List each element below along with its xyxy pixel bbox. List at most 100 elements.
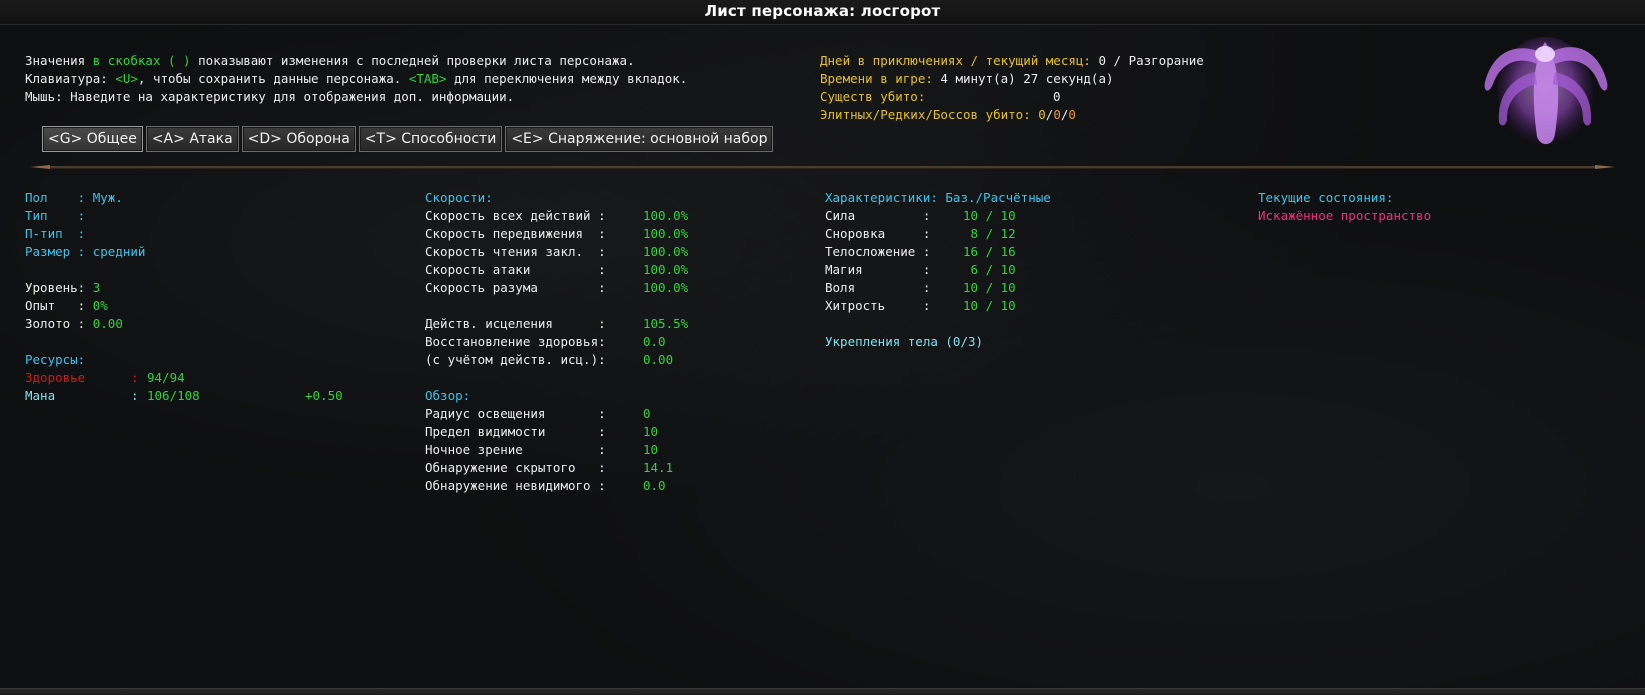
speed-value-mind: 100.0%	[643, 280, 689, 295]
health-label[interactable]: Здоровье	[25, 369, 85, 387]
rare-count: 0	[1053, 107, 1061, 122]
sex-value: Муж.	[92, 190, 123, 205]
killed-row: Существ убито:	[820, 88, 925, 106]
exp-value: 0%	[92, 298, 108, 313]
elite-count: 0	[1038, 107, 1046, 122]
help-highlight: в скобках ( )	[92, 53, 191, 68]
help-key-u: <U>	[115, 71, 138, 86]
killed-value: 0	[1053, 89, 1061, 104]
vision-value-invisible: 0.0	[643, 478, 666, 493]
health-value: 94/94	[147, 370, 185, 385]
tab-general[interactable]: <G> Общее	[42, 126, 143, 152]
size-row: Размер : средний	[25, 243, 145, 261]
level-value: 3	[92, 280, 101, 295]
stats-header: Характеристики: Баз./Расчётные	[825, 190, 1051, 205]
vision-value-sight: 10	[643, 424, 659, 439]
gold-label: Золото :	[25, 316, 86, 331]
gold-row[interactable]: Золото : 0.00	[25, 315, 123, 333]
days-value: 0 / Разгорание	[1098, 53, 1204, 68]
help-text: Значения	[25, 53, 93, 68]
time-label: Времени в игре:	[820, 71, 933, 86]
vision-value-stealth: 14.1	[643, 460, 674, 475]
size-label: Размер :	[25, 244, 86, 259]
help-line-mouse: Мышь: Наведите на характеристику для ото…	[25, 89, 515, 104]
speed-value-movement: 100.0%	[643, 226, 689, 241]
level-row[interactable]: Уровень: 3	[25, 279, 100, 297]
type-row: Тип :	[25, 208, 86, 223]
tab-defense[interactable]: <D> Оборона	[241, 126, 356, 152]
stat-value-str: 10 / 10	[963, 208, 1016, 223]
exp-row[interactable]: Опыт : 0%	[25, 297, 108, 315]
mana-regen: +0.50	[305, 388, 343, 403]
vision-row-stealth[interactable]: Обнаружение скрытого :	[425, 459, 606, 477]
vision-value-light: 0	[643, 406, 651, 421]
mana-value: 106/108	[147, 388, 200, 403]
help-key-tab: <TAB>	[408, 71, 447, 86]
exp-label: Опыт :	[25, 298, 86, 313]
life-regen-value: 0.0	[643, 334, 666, 349]
speed-row-attack[interactable]: Скорость атаки :	[425, 261, 606, 279]
time-row: Времени в игре: 4 минут(а) 27 секунд(а)	[820, 70, 1114, 88]
speed-row-global[interactable]: Скорость всех действий :	[425, 207, 606, 225]
stat-row-mag[interactable]: Магия :	[825, 261, 930, 279]
speed-value-global: 100.0%	[643, 208, 689, 223]
healing-mod-value: 105.5%	[643, 316, 689, 331]
gold-value: 0.00	[92, 316, 123, 331]
level-label: Уровень:	[25, 280, 86, 295]
tab-equipment[interactable]: <E> Снаряжение: основной набор	[505, 126, 774, 152]
tab-attack[interactable]: <A> Атака	[145, 126, 239, 152]
stat-row-con[interactable]: Телосложение :	[825, 243, 930, 261]
boss-count: 0	[1068, 107, 1076, 122]
elite-row: Элитных/Редких/Боссов убито: 0/0/0	[820, 106, 1076, 124]
vision-value-infravision: 10	[643, 442, 659, 457]
body-improvements[interactable]: Укрепления тела (0/3)	[825, 333, 983, 351]
stat-value-dex: 8 / 12	[963, 226, 1016, 241]
stat-value-con: 16 / 16	[963, 244, 1016, 259]
stat-row-wil[interactable]: Воля :	[825, 279, 930, 297]
help-line-changes: Значения в скобках ( ) показывают измене…	[25, 52, 635, 70]
stat-row-str[interactable]: Сила :	[825, 207, 930, 225]
elite-label: Элитных/Редких/Боссов убито:	[820, 107, 1031, 122]
resources-header: Ресурсы:	[25, 352, 86, 367]
window-title: Лист персонажа: лосгорот	[704, 2, 941, 20]
mana-label[interactable]: Мана	[25, 387, 55, 405]
healing-mod-row[interactable]: Действ. исцеления :	[425, 315, 606, 333]
help-text: показывают изменения с последней проверк…	[190, 53, 635, 68]
effects-header: Текущие состояния:	[1258, 190, 1394, 205]
vision-row-invisible[interactable]: Обнаружение невидимого :	[425, 477, 606, 495]
speed-row-movement[interactable]: Скорость передвижения :	[425, 225, 606, 243]
bottom-border	[0, 688, 1645, 695]
speed-row-spell[interactable]: Скорость чтения закл. :	[425, 243, 606, 261]
stat-row-dex[interactable]: Сноровка :	[825, 225, 930, 243]
help-text: Клавиатура:	[25, 71, 116, 86]
size-value: средний	[92, 244, 146, 259]
sex-row: Пол : Муж.	[25, 189, 123, 207]
days-row: Дней в приключениях / текущий месяц: 0 /…	[820, 52, 1204, 70]
life-regen-mod-value: 0.00	[643, 352, 674, 367]
help-text: для переключения между вкладок.	[446, 71, 688, 86]
vision-row-light[interactable]: Радиус освещения :	[425, 405, 606, 423]
speed-value-attack: 100.0%	[643, 262, 689, 277]
vision-row-infravision[interactable]: Ночное зрение :	[425, 441, 606, 459]
stat-value-mag: 6 / 10	[963, 262, 1016, 277]
help-line-keyboard: Клавиатура: <U>, чтобы сохранить данные …	[25, 70, 687, 88]
mana-colon: :	[131, 388, 139, 403]
speed-row-mind[interactable]: Скорость разума :	[425, 279, 606, 297]
effect-item[interactable]: Искажённое пространство	[1258, 207, 1431, 225]
stat-row-cun[interactable]: Хитрость :	[825, 297, 930, 315]
character-sheet-window: Лист персонажа: лосгорот Значения в скоб…	[0, 0, 1645, 695]
speed-value-spell: 100.0%	[643, 244, 689, 259]
stat-value-wil: 10 / 10	[963, 280, 1016, 295]
vision-row-sight[interactable]: Предел видимости :	[425, 423, 606, 441]
tab-talents[interactable]: <T> Способности	[358, 126, 503, 152]
stat-value-cun: 10 / 10	[963, 298, 1016, 313]
ornamental-divider	[30, 165, 1615, 169]
horror-creature-icon	[1484, 37, 1608, 147]
subtype-row: П-тип :	[25, 226, 86, 241]
speeds-header: Скорости:	[425, 190, 493, 205]
life-regen-mod-row[interactable]: (с учётом действ. исц.):	[425, 351, 606, 369]
help-text: , чтобы сохранить данные персонажа.	[137, 71, 409, 86]
time-value: 4 минут(а) 27 секунд(а)	[940, 71, 1114, 86]
life-regen-row[interactable]: Восстановление здоровья:	[425, 333, 606, 351]
days-label: Дней в приключениях / текущий месяц:	[820, 53, 1091, 68]
